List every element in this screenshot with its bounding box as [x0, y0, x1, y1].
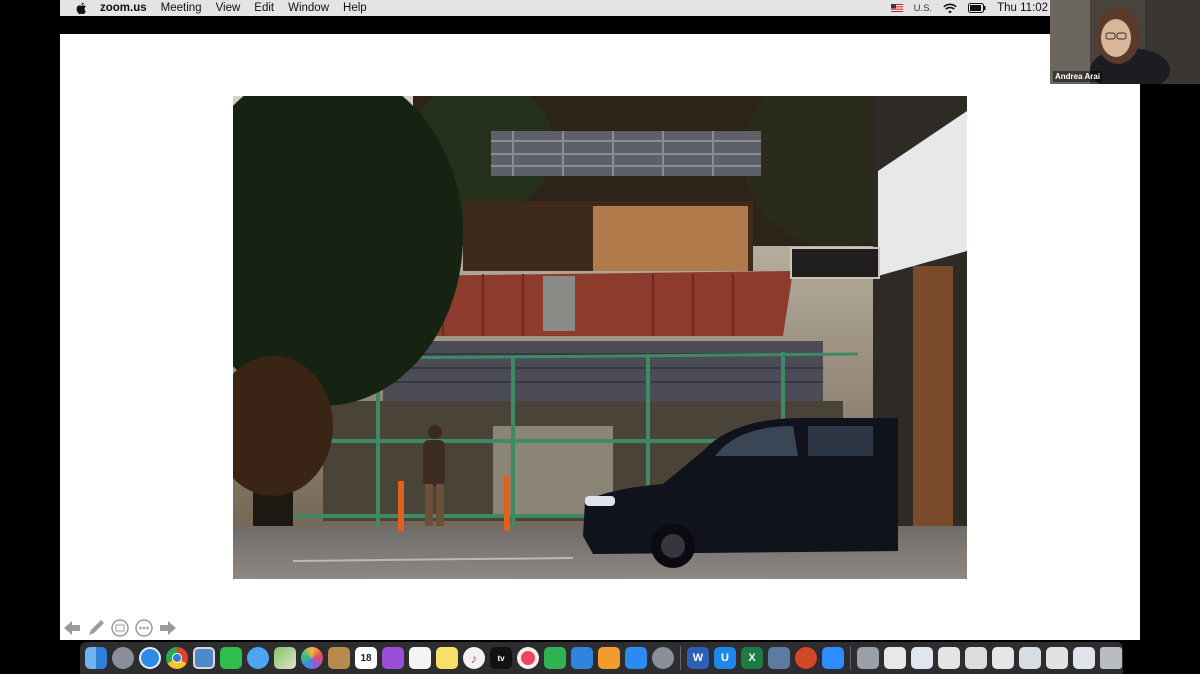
facetime-icon[interactable] — [218, 645, 244, 671]
calendar-icon[interactable]: 18 — [353, 645, 379, 671]
menu-bar: zoom.us Meeting View Edit Window Help U.… — [60, 0, 1050, 16]
minimized-window-icon[interactable] — [1017, 645, 1043, 671]
unicheck-icon[interactable]: U — [712, 645, 738, 671]
launchpad-icon[interactable] — [110, 645, 136, 671]
safari-icon[interactable] — [137, 645, 163, 671]
arrow-left-icon[interactable] — [62, 618, 82, 638]
calendar-date: 18 — [360, 652, 372, 664]
finder-icon[interactable] — [83, 645, 109, 671]
capture-icon[interactable] — [766, 645, 792, 671]
unicheck-letter: U — [721, 652, 729, 664]
menu-app-name[interactable]: zoom.us — [100, 2, 147, 14]
word-icon[interactable]: W — [685, 645, 711, 671]
podcasts-icon[interactable] — [380, 645, 406, 671]
menubar-clock[interactable]: Thu 11:02 — [997, 2, 1048, 14]
messages-icon[interactable] — [245, 645, 271, 671]
participant-video[interactable]: Andrea Arai — [1050, 0, 1200, 84]
menu-meeting[interactable]: Meeting — [161, 2, 202, 14]
wifi-icon[interactable] — [943, 3, 957, 14]
appletv-icon[interactable]: tv — [488, 645, 514, 671]
minimized-window-icon[interactable] — [990, 645, 1016, 671]
minimized-window-icon[interactable] — [1044, 645, 1070, 671]
minimized-window-icon[interactable] — [882, 645, 908, 671]
downloads-stack-icon[interactable] — [855, 645, 881, 671]
input-source-label[interactable]: U.S. — [914, 3, 932, 14]
participant-name: Andrea Arai — [1053, 71, 1103, 82]
trash-icon[interactable] — [1098, 645, 1124, 671]
menu-help[interactable]: Help — [343, 2, 367, 14]
slide-photo — [233, 96, 967, 579]
music-icon[interactable]: ♪ — [461, 645, 487, 671]
slide-navigation-tools — [62, 618, 178, 638]
menu-window[interactable]: Window — [288, 2, 329, 14]
dock: 18 ♪ tv W U X — [80, 642, 1123, 674]
whiteboard-icon[interactable] — [110, 618, 130, 638]
keynote-icon[interactable] — [569, 645, 595, 671]
zoom-icon[interactable] — [820, 645, 846, 671]
pages-icon[interactable] — [596, 645, 622, 671]
news-icon[interactable] — [515, 645, 541, 671]
menu-edit[interactable]: Edit — [254, 2, 274, 14]
arrow-right-icon[interactable] — [158, 618, 178, 638]
appletv-label: tv — [497, 653, 505, 663]
appstore-icon[interactable] — [623, 645, 649, 671]
us-flag-icon — [890, 4, 903, 12]
preview-icon[interactable] — [191, 645, 217, 671]
maps-icon[interactable] — [272, 645, 298, 671]
numbers-icon[interactable] — [542, 645, 568, 671]
minimized-window-icon[interactable] — [963, 645, 989, 671]
reminders-icon[interactable] — [407, 645, 433, 671]
chrome-icon[interactable] — [164, 645, 190, 671]
menu-view[interactable]: View — [216, 2, 241, 14]
stickies-icon[interactable] — [434, 645, 460, 671]
excel-icon[interactable]: X — [739, 645, 765, 671]
dock-separator — [850, 646, 851, 670]
more-icon[interactable] — [134, 618, 154, 638]
minimized-window-icon[interactable] — [936, 645, 962, 671]
shared-slide — [60, 34, 1140, 640]
battery-icon[interactable] — [968, 3, 986, 13]
powerpoint-icon[interactable] — [793, 645, 819, 671]
toolbar-strip — [60, 16, 1050, 34]
word-letter: W — [692, 652, 704, 664]
minimized-window-icon[interactable] — [1071, 645, 1097, 671]
apple-icon[interactable] — [75, 2, 87, 15]
photos-icon[interactable] — [299, 645, 325, 671]
excel-letter: X — [748, 652, 756, 664]
pen-icon[interactable] — [86, 618, 106, 638]
minimized-window-icon[interactable] — [909, 645, 935, 671]
system-preferences-icon[interactable] — [650, 645, 676, 671]
dock-separator — [680, 646, 681, 670]
notes-icon[interactable] — [326, 645, 352, 671]
